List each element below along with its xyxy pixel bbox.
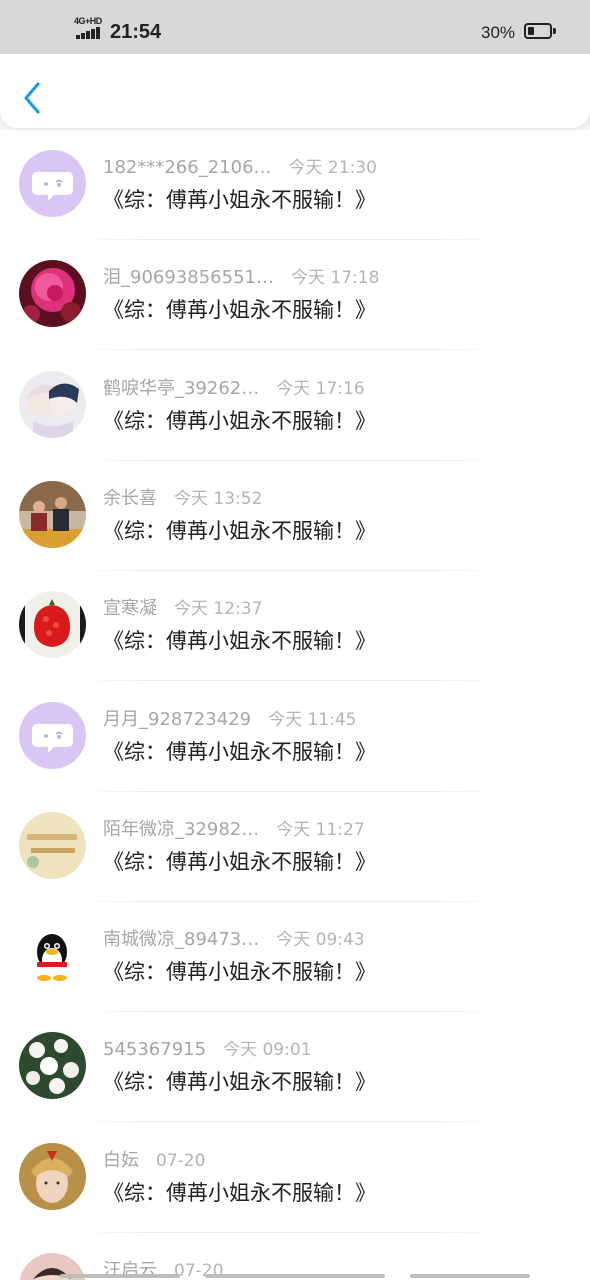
message-time: 今天 11:45 (268, 710, 357, 730)
red-fruit-avatar[interactable] (19, 591, 86, 658)
sender-name: 白妘 (103, 1150, 139, 1171)
penguin-avatar[interactable] (19, 922, 86, 989)
message-text: 《综：傅苒小姐永不服输！》 (103, 298, 376, 322)
sender-name: 南城微凉_89473… (103, 929, 260, 950)
message-item[interactable]: 白妘 07-20 《综：傅苒小姐永不服输！》 (0, 1123, 590, 1233)
message-item[interactable]: 宣寒凝 今天 12:37 《综：傅苒小姐永不服输！》 (0, 571, 590, 681)
battery-percent: 30% (481, 23, 516, 42)
message-text: 《综：傅苒小姐永不服输！》 (103, 740, 376, 764)
message-text: 《综：傅苒小姐永不服输！》 (103, 1181, 376, 1205)
message-text: 《综：傅苒小姐永不服输！》 (103, 188, 376, 212)
message-item[interactable]: 鹤唳华亭_39262… 今天 17:16 《综：傅苒小姐永不服输！》 (0, 351, 590, 461)
message-time: 今天 13:52 (174, 489, 263, 509)
message-text: 《综：傅苒小姐永不服输！》 (103, 629, 376, 653)
message-item[interactable]: 泪_90693856551… 今天 17:18 《综：傅苒小姐永不服输！》 (0, 240, 590, 350)
signal-icon: 4G+HD (72, 16, 106, 42)
sender-name: 余长喜 (103, 488, 157, 509)
message-item[interactable]: 余长喜 今天 13:52 《综：傅苒小姐永不服输！》 (0, 461, 590, 571)
message-text: 《综：傅苒小姐永不服输！》 (103, 519, 376, 543)
chevron-left-icon (24, 82, 40, 114)
sender-name: 陌年微凉_32982… (103, 819, 260, 840)
sender-name: 182***266_2106… (103, 157, 272, 178)
message-item[interactable]: 陌年微凉_32982… 今天 11:27 《综：傅苒小姐永不服输！》 (0, 792, 590, 902)
message-text: 《综：傅苒小姐永不服输！》 (103, 960, 376, 984)
message-time: 今天 11:27 (276, 820, 365, 840)
divider (80, 1121, 500, 1122)
message-time: 今天 09:01 (223, 1040, 312, 1060)
message-text: 《综：傅苒小姐永不服输！》 (103, 850, 376, 874)
text-image-avatar[interactable] (19, 812, 86, 879)
message-item[interactable]: 月月_928723429 今天 11:45 《综：傅苒小姐永不服输！》 (0, 682, 590, 792)
message-item[interactable]: 汪启云 07-20 (0, 1233, 590, 1280)
message-time: 今天 21:30 (288, 158, 377, 178)
back-button[interactable] (18, 78, 46, 118)
message-time: 今天 17:16 (276, 379, 365, 399)
clock: 21:54 (110, 21, 162, 43)
character-portrait-avatar[interactable] (19, 1143, 86, 1210)
message-list: 182***266_2106… 今天 21:30 《综：傅苒小姐永不服输！》 泪_90… (0, 130, 590, 1280)
message-item[interactable]: 545367915 今天 09:01 《综：傅苒小姐永不服输！》 (0, 1012, 590, 1122)
message-time: 07-20 (156, 1151, 206, 1171)
scroll-indicator (60, 1274, 530, 1280)
header-bar (0, 54, 590, 128)
sender-name: 宣寒凝 (103, 598, 157, 619)
network-type: 4G+HD (74, 16, 102, 26)
status-bar: 4G+HD 21:54 30% (0, 0, 590, 54)
message-item[interactable]: 182***266_2106… 今天 21:30 《综：傅苒小姐永不服输！》 (0, 130, 590, 240)
message-text: 《综：傅苒小姐永不服输！》 (103, 409, 376, 433)
chat-bubble-avatar[interactable] (19, 150, 86, 217)
divider (80, 680, 500, 681)
battery-icon (524, 23, 556, 39)
message-text: 《综：傅苒小姐永不服输！》 (103, 1070, 376, 1094)
sender-name: 泪_90693856551… (103, 267, 274, 288)
divider (80, 349, 500, 350)
anime-couple-avatar[interactable] (19, 371, 86, 438)
message-time: 今天 12:37 (174, 599, 263, 619)
people-photo-avatar[interactable] (19, 481, 86, 548)
chat-bubble-avatar[interactable] (19, 702, 86, 769)
message-time: 今天 09:43 (276, 930, 365, 950)
sender-name: 月月_928723429 (103, 709, 252, 730)
message-time: 今天 17:18 (290, 268, 380, 288)
pink-flower-avatar[interactable] (19, 260, 86, 327)
sender-name: 545367915 (103, 1039, 207, 1060)
white-flowers-avatar[interactable] (19, 1032, 86, 1099)
sender-name: 鹤唳华亭_39262… (103, 378, 260, 399)
message-item[interactable]: 南城微凉_89473… 今天 09:43 《综：傅苒小姐永不服输！》 (0, 902, 590, 1012)
